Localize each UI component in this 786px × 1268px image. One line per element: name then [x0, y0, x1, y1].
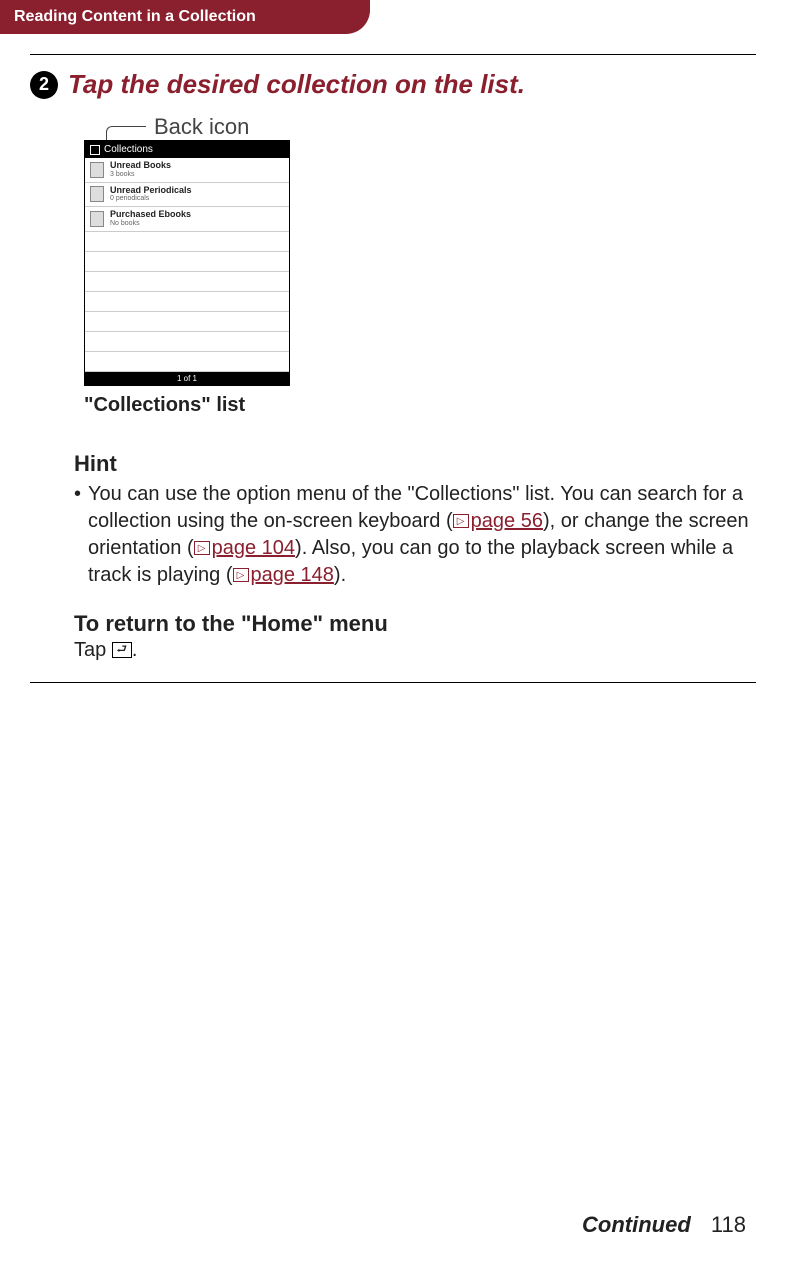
empty-row: [85, 292, 289, 312]
book-thumb-icon: [90, 211, 104, 227]
book-thumb-icon: [90, 162, 104, 178]
page-ref-icon: ▷: [453, 514, 469, 528]
back-icon-label: Back icon: [154, 114, 249, 140]
page-footer: Continued 118: [582, 1212, 746, 1238]
list-item-sub: 3 books: [110, 171, 171, 179]
callout-line: [106, 126, 146, 140]
return-home-title: To return to the "Home" menu: [74, 611, 756, 637]
step-number-badge: 2: [30, 71, 58, 99]
page-link-148[interactable]: page 148: [251, 564, 334, 586]
list-item: Unread Periodicals 0 periodicals: [85, 183, 289, 208]
list-item-title: Unread Books: [110, 161, 171, 171]
back-icon: [90, 145, 100, 155]
collections-screenshot: Collections Unread Books 3 books Unread …: [84, 140, 290, 386]
list-item: Purchased Ebooks No books: [85, 207, 289, 232]
book-thumb-icon: [90, 186, 104, 202]
step-line: 2 Tap the desired collection on the list…: [30, 69, 756, 100]
list-item-title: Unread Periodicals: [110, 186, 192, 196]
step-title: Tap the desired collection on the list.: [68, 69, 525, 100]
empty-row: [85, 352, 289, 372]
back-icon-callout: Back icon: [84, 114, 756, 140]
hint-title: Hint: [74, 451, 756, 477]
empty-row: [85, 272, 289, 292]
empty-row: [85, 252, 289, 272]
return-home-body: Tap ⮐.: [74, 639, 756, 662]
page-link-104[interactable]: page 104: [212, 537, 295, 559]
list-item-sub: No books: [110, 220, 191, 228]
return-home-section: To return to the "Home" menu Tap ⮐.: [74, 611, 756, 662]
screenshot-titlebar: Collections: [85, 141, 289, 158]
page-content: 2 Tap the desired collection on the list…: [0, 34, 786, 662]
home-icon: ⮐: [112, 642, 132, 658]
return-body-suffix: .: [132, 639, 138, 661]
top-rule: [30, 54, 756, 55]
screenshot-footer: 1 of 1: [85, 372, 289, 385]
empty-row: [85, 332, 289, 352]
return-body-prefix: Tap: [74, 639, 112, 661]
list-item-sub: 0 periodicals: [110, 195, 192, 203]
list-item: Unread Books 3 books: [85, 158, 289, 183]
section-header: Reading Content in a Collection: [0, 0, 370, 34]
empty-row: [85, 232, 289, 252]
screenshot-title: Collections: [104, 144, 153, 155]
hint-text: You can use the option menu of the "Coll…: [74, 481, 756, 589]
bottom-rule: [30, 682, 756, 683]
empty-row: [85, 312, 289, 332]
page-ref-icon: ▷: [233, 568, 249, 582]
hint-part: ).: [334, 564, 346, 586]
page-ref-icon: ▷: [194, 541, 210, 555]
continued-label: Continued: [582, 1212, 691, 1237]
page-link-56[interactable]: page 56: [471, 510, 543, 532]
hint-block: Hint You can use the option menu of the …: [74, 451, 756, 589]
screenshot-caption: "Collections" list: [84, 394, 756, 417]
page-number: 118: [711, 1212, 746, 1237]
list-item-title: Purchased Ebooks: [110, 210, 191, 220]
